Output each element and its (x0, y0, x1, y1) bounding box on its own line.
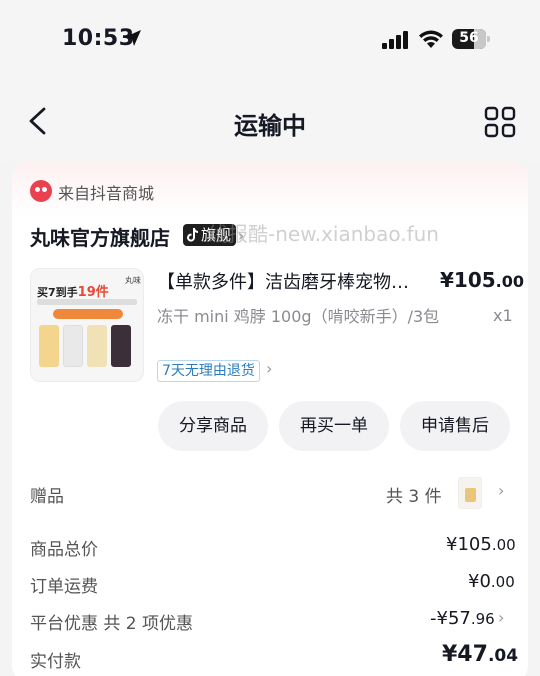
thumb-banner: 买7到手19件 (37, 285, 109, 300)
paid-value: ¥47.04 (442, 642, 519, 667)
discount-value[interactable]: -¥57.96 (430, 608, 495, 629)
return-policy-tag[interactable]: 7天无理由退货 (157, 360, 260, 382)
order-card: 来自抖音商城 丸味官方旗舰店 旗舰 › 线报酷-new.xianbao.fun … (12, 162, 528, 676)
gift-chevron-icon[interactable]: › (498, 481, 504, 500)
product-bag-icon (111, 325, 131, 367)
paid-label: 实付款 (30, 652, 81, 672)
nav-bar: 运输中 (0, 82, 540, 162)
shipping-label: 订单运费 (30, 577, 98, 597)
tiktok-note-icon (187, 228, 198, 242)
product-quantity: x1 (493, 306, 513, 325)
product-bag-icon (63, 325, 83, 367)
cellular-signal-icon (382, 31, 408, 49)
product-price: ¥105.00 (440, 268, 525, 292)
product-bag-icon (39, 325, 59, 367)
order-source: 来自抖音商城 (58, 184, 155, 203)
page-title: 运输中 (234, 112, 306, 140)
grid-menu-icon[interactable] (484, 106, 516, 138)
buy-again-button[interactable]: 再买一单 (279, 401, 389, 451)
return-chevron-icon[interactable]: › (266, 359, 272, 378)
discount-chevron-icon[interactable]: › (498, 608, 504, 627)
total-label: 商品总价 (30, 540, 98, 560)
gift-count[interactable]: 共 3 件 (386, 482, 442, 507)
store-chevron-icon[interactable]: › (238, 226, 244, 245)
product-title[interactable]: 【单款多件】洁齿磨牙棒宠物… (157, 268, 419, 294)
status-bar: 10:53 56 (0, 0, 540, 82)
thumb-brand: 丸味 (125, 276, 141, 285)
flagship-badge: 旗舰 (183, 224, 237, 246)
location-arrow-icon (125, 30, 141, 46)
discount-label: 平台优惠 共 2 项优惠 (30, 614, 194, 634)
product-bag-icon (87, 325, 107, 367)
product-spec: 冻干 mini 鸡脖 100g（啃咬新手）/3包 (157, 307, 440, 326)
shipping-value: ¥0.00 (468, 571, 515, 592)
wifi-icon (419, 30, 443, 48)
douyin-mall-logo-icon (30, 180, 52, 202)
gift-label: 赠品 (30, 487, 64, 507)
after-sales-button[interactable]: 申请售后 (400, 401, 510, 451)
product-image[interactable]: 丸味 买7到手19件 (30, 268, 144, 382)
total-value: ¥105.00 (446, 534, 516, 555)
store-name[interactable]: 丸味官方旗舰店 (30, 222, 170, 251)
share-product-button[interactable]: 分享商品 (158, 401, 268, 451)
flagship-badge-label: 旗舰 (201, 226, 232, 244)
battery-level: 56 (459, 30, 479, 46)
gift-image[interactable] (458, 477, 482, 509)
